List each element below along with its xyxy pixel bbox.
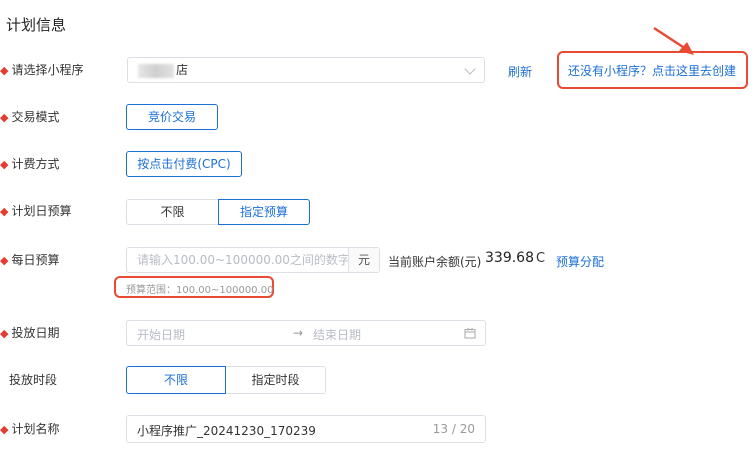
required-marker: ◆ <box>0 111 9 124</box>
budget-option-unlimited[interactable]: 不限 <box>126 199 218 225</box>
daily-budget-label-text: 每日预算 <box>11 253 60 267</box>
currency-unit: 元 <box>348 248 379 272</box>
bidding-trade-button[interactable]: 竞价交易 <box>126 104 218 130</box>
create-mini-program-link[interactable]: 还没有小程序？点击这里去创建 <box>568 62 736 79</box>
date-range-picker[interactable]: 开始日期 → 结束日期 <box>126 320 486 346</box>
balance-label: 当前账户余额(元) <box>388 255 482 269</box>
daily-budget-input[interactable]: 请输入100.00~100000.00之间的数字 元 <box>126 247 380 273</box>
budget-range-hint: 预算范围：100.00~100000.00 <box>126 285 274 296</box>
time-slot-label-text: 投放时段 <box>9 373 58 387</box>
budget-allocate-link[interactable]: 预算分配 <box>556 253 604 270</box>
trade-mode-label: ◆ 交易模式 <box>0 107 59 127</box>
daily-budget-plan-toggle: 不限 指定预算 <box>126 199 310 225</box>
required-marker: ◆ <box>0 423 9 436</box>
mini-program-value: 店 <box>176 63 189 77</box>
plan-name-label: ◆ 计划名称 <box>0 419 59 439</box>
section-title: 计划信息 <box>6 16 67 34</box>
daily-budget-plan-label-text: 计划日预算 <box>11 204 72 218</box>
budget-option-specified[interactable]: 指定预算 <box>218 199 310 225</box>
plan-name-input[interactable]: 小程序推广_20241230_170239 13 / 20 <box>126 415 486 443</box>
billing-label-text: 计费方式 <box>11 157 60 171</box>
red-arrow-icon <box>653 26 694 55</box>
mini-program-label-text: 请选择小程序 <box>11 63 84 77</box>
required-marker: ◆ <box>0 64 9 77</box>
required-marker: ◆ <box>0 254 9 267</box>
time-slot-toggle: 不限 指定时段 <box>126 366 326 394</box>
required-marker: ◆ <box>0 205 9 218</box>
required-marker: ◆ <box>0 327 9 340</box>
plan-name-label-text: 计划名称 <box>11 422 60 436</box>
plan-name-value: 小程序推广_20241230_170239 <box>137 424 316 438</box>
calendar-icon[interactable] <box>464 327 476 339</box>
date-arrow: → <box>293 326 304 340</box>
end-date-placeholder: 结束日期 <box>313 328 362 342</box>
start-date-placeholder: 开始日期 <box>137 328 186 342</box>
required-marker: ◆ <box>0 158 9 171</box>
daily-budget-plan-label: ◆ 计划日预算 <box>0 201 71 221</box>
mini-program-select[interactable]: 店 <box>127 57 485 83</box>
time-option-unlimited[interactable]: 不限 <box>126 366 226 394</box>
time-option-specified[interactable]: 指定时段 <box>226 366 326 394</box>
chevron-down-icon[interactable] <box>464 63 476 75</box>
mini-program-label: ◆ 请选择小程序 <box>0 60 83 80</box>
trade-mode-label-text: 交易模式 <box>11 110 60 124</box>
daily-budget-placeholder: 请输入100.00~100000.00之间的数字 <box>137 253 348 267</box>
blurred-name <box>138 63 174 78</box>
date-label-text: 投放日期 <box>11 326 60 340</box>
time-slot-label: 投放时段 <box>9 370 57 390</box>
refresh-icon[interactable]: C <box>536 251 545 266</box>
balance-value: 339.68 <box>485 250 534 266</box>
daily-budget-label: ◆ 每日预算 <box>0 250 59 270</box>
plan-name-counter: 13 / 20 <box>432 422 475 436</box>
date-label: ◆ 投放日期 <box>0 323 59 343</box>
cpc-button[interactable]: 按点击付费(CPC) <box>126 151 242 177</box>
refresh-link[interactable]: 刷新 <box>508 63 532 80</box>
billing-label: ◆ 计费方式 <box>0 154 59 174</box>
